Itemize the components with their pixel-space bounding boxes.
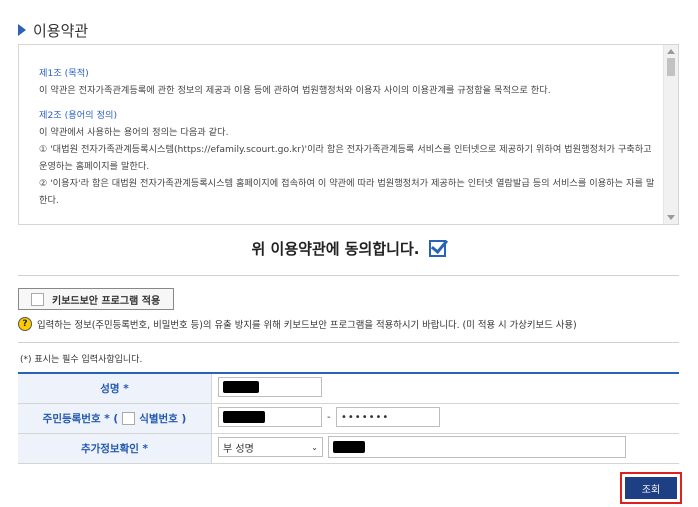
terms-content: 제1조 (목적) 이 약관은 전자가족관계등록에 관한 정보의 제공과 이용 등… — [39, 65, 659, 209]
divider — [18, 275, 679, 276]
scroll-down-arrow-icon[interactable] — [667, 215, 675, 220]
section-header: 이용약관 — [18, 20, 88, 40]
form-row-extra: 추가정보확인 * 부 성명 ⌄ — [18, 434, 679, 464]
divider — [18, 342, 679, 343]
rrn-label-prefix: 주민등록번호 * ( — [42, 413, 119, 425]
required-note: (*) 표시는 필수 입력사항입니다. — [20, 355, 143, 365]
section-title: 이용약관 — [33, 21, 89, 40]
keyboard-security-button[interactable]: 키보드보안 프로그램 적용 — [18, 288, 174, 310]
rrn-back-input[interactable]: ••••••• — [336, 407, 440, 427]
article2-item2: ② '이용자'라 함은 대법원 전자가족관계등록시스템 홈페이지에 접속하여 이… — [39, 178, 655, 206]
name-input[interactable] — [218, 377, 322, 397]
name-label: 성명 * — [18, 374, 212, 403]
rrn-label: 주민등록번호 * ( 식별번호 ) — [18, 404, 212, 433]
article2-title: 제2조 (용어의 정의) — [39, 110, 118, 121]
keyboard-security-label: 키보드보안 프로그램 적용 — [52, 295, 161, 307]
extra-info-label: 추가정보확인 * — [18, 434, 212, 463]
terms-box[interactable]: 제1조 (목적) 이 약관은 전자가족관계등록에 관한 정보의 제공과 이용 등… — [18, 44, 679, 225]
agree-label: 위 이용약관에 동의합니다. — [251, 240, 420, 258]
form-row-name: 성명 * — [18, 374, 679, 404]
extra-info-select[interactable]: 부 성명 ⌄ — [218, 437, 323, 457]
select-value: 부 성명 — [223, 443, 254, 455]
scroll-up-arrow-icon[interactable] — [667, 49, 675, 54]
chevron-down-icon: ⌄ — [311, 442, 318, 452]
notice-text: 입력하는 정보(주민등록번호, 비밀번호 등)의 유출 방지를 위해 키보드보안… — [37, 320, 577, 331]
search-button[interactable]: 조회 — [625, 477, 677, 499]
article1-body: 이 약관은 전자가족관계등록에 관한 정보의 제공과 이용 등에 관하여 법원행… — [39, 85, 551, 96]
article2-intro: 이 약관에서 사용하는 용어의 정의는 다음과 같다. — [39, 127, 229, 138]
rrn-dash: - — [327, 412, 331, 423]
terms-scrollbar[interactable] — [663, 45, 678, 224]
rrn-front-input[interactable] — [218, 407, 322, 427]
security-notice: ? 입력하는 정보(주민등록번호, 비밀번호 등)의 유출 방지를 위해 키보드… — [18, 317, 577, 331]
checkbox-icon — [31, 292, 44, 306]
masked-value — [333, 441, 365, 453]
identifier-checkbox[interactable] — [122, 412, 136, 425]
extra-info-input[interactable] — [328, 436, 626, 458]
masked-value — [223, 411, 265, 423]
triangle-bullet-icon — [18, 24, 26, 36]
article1-title: 제1조 (목적) — [39, 68, 89, 79]
question-icon: ? — [18, 317, 32, 331]
masked-value — [223, 381, 259, 393]
agree-checkbox[interactable] — [429, 240, 447, 257]
search-button-highlight: 조회 — [620, 472, 682, 504]
article2-item1: ① '대법원 전자가족관계등록시스템(https://efamily.scour… — [39, 144, 652, 172]
agree-row: 위 이용약관에 동의합니다. — [0, 238, 698, 259]
scroll-thumb[interactable] — [667, 58, 675, 76]
form-row-rrn: 주민등록번호 * ( 식별번호 ) - ••••••• — [18, 404, 679, 434]
rrn-label-suffix: 식별번호 ) — [139, 413, 187, 425]
